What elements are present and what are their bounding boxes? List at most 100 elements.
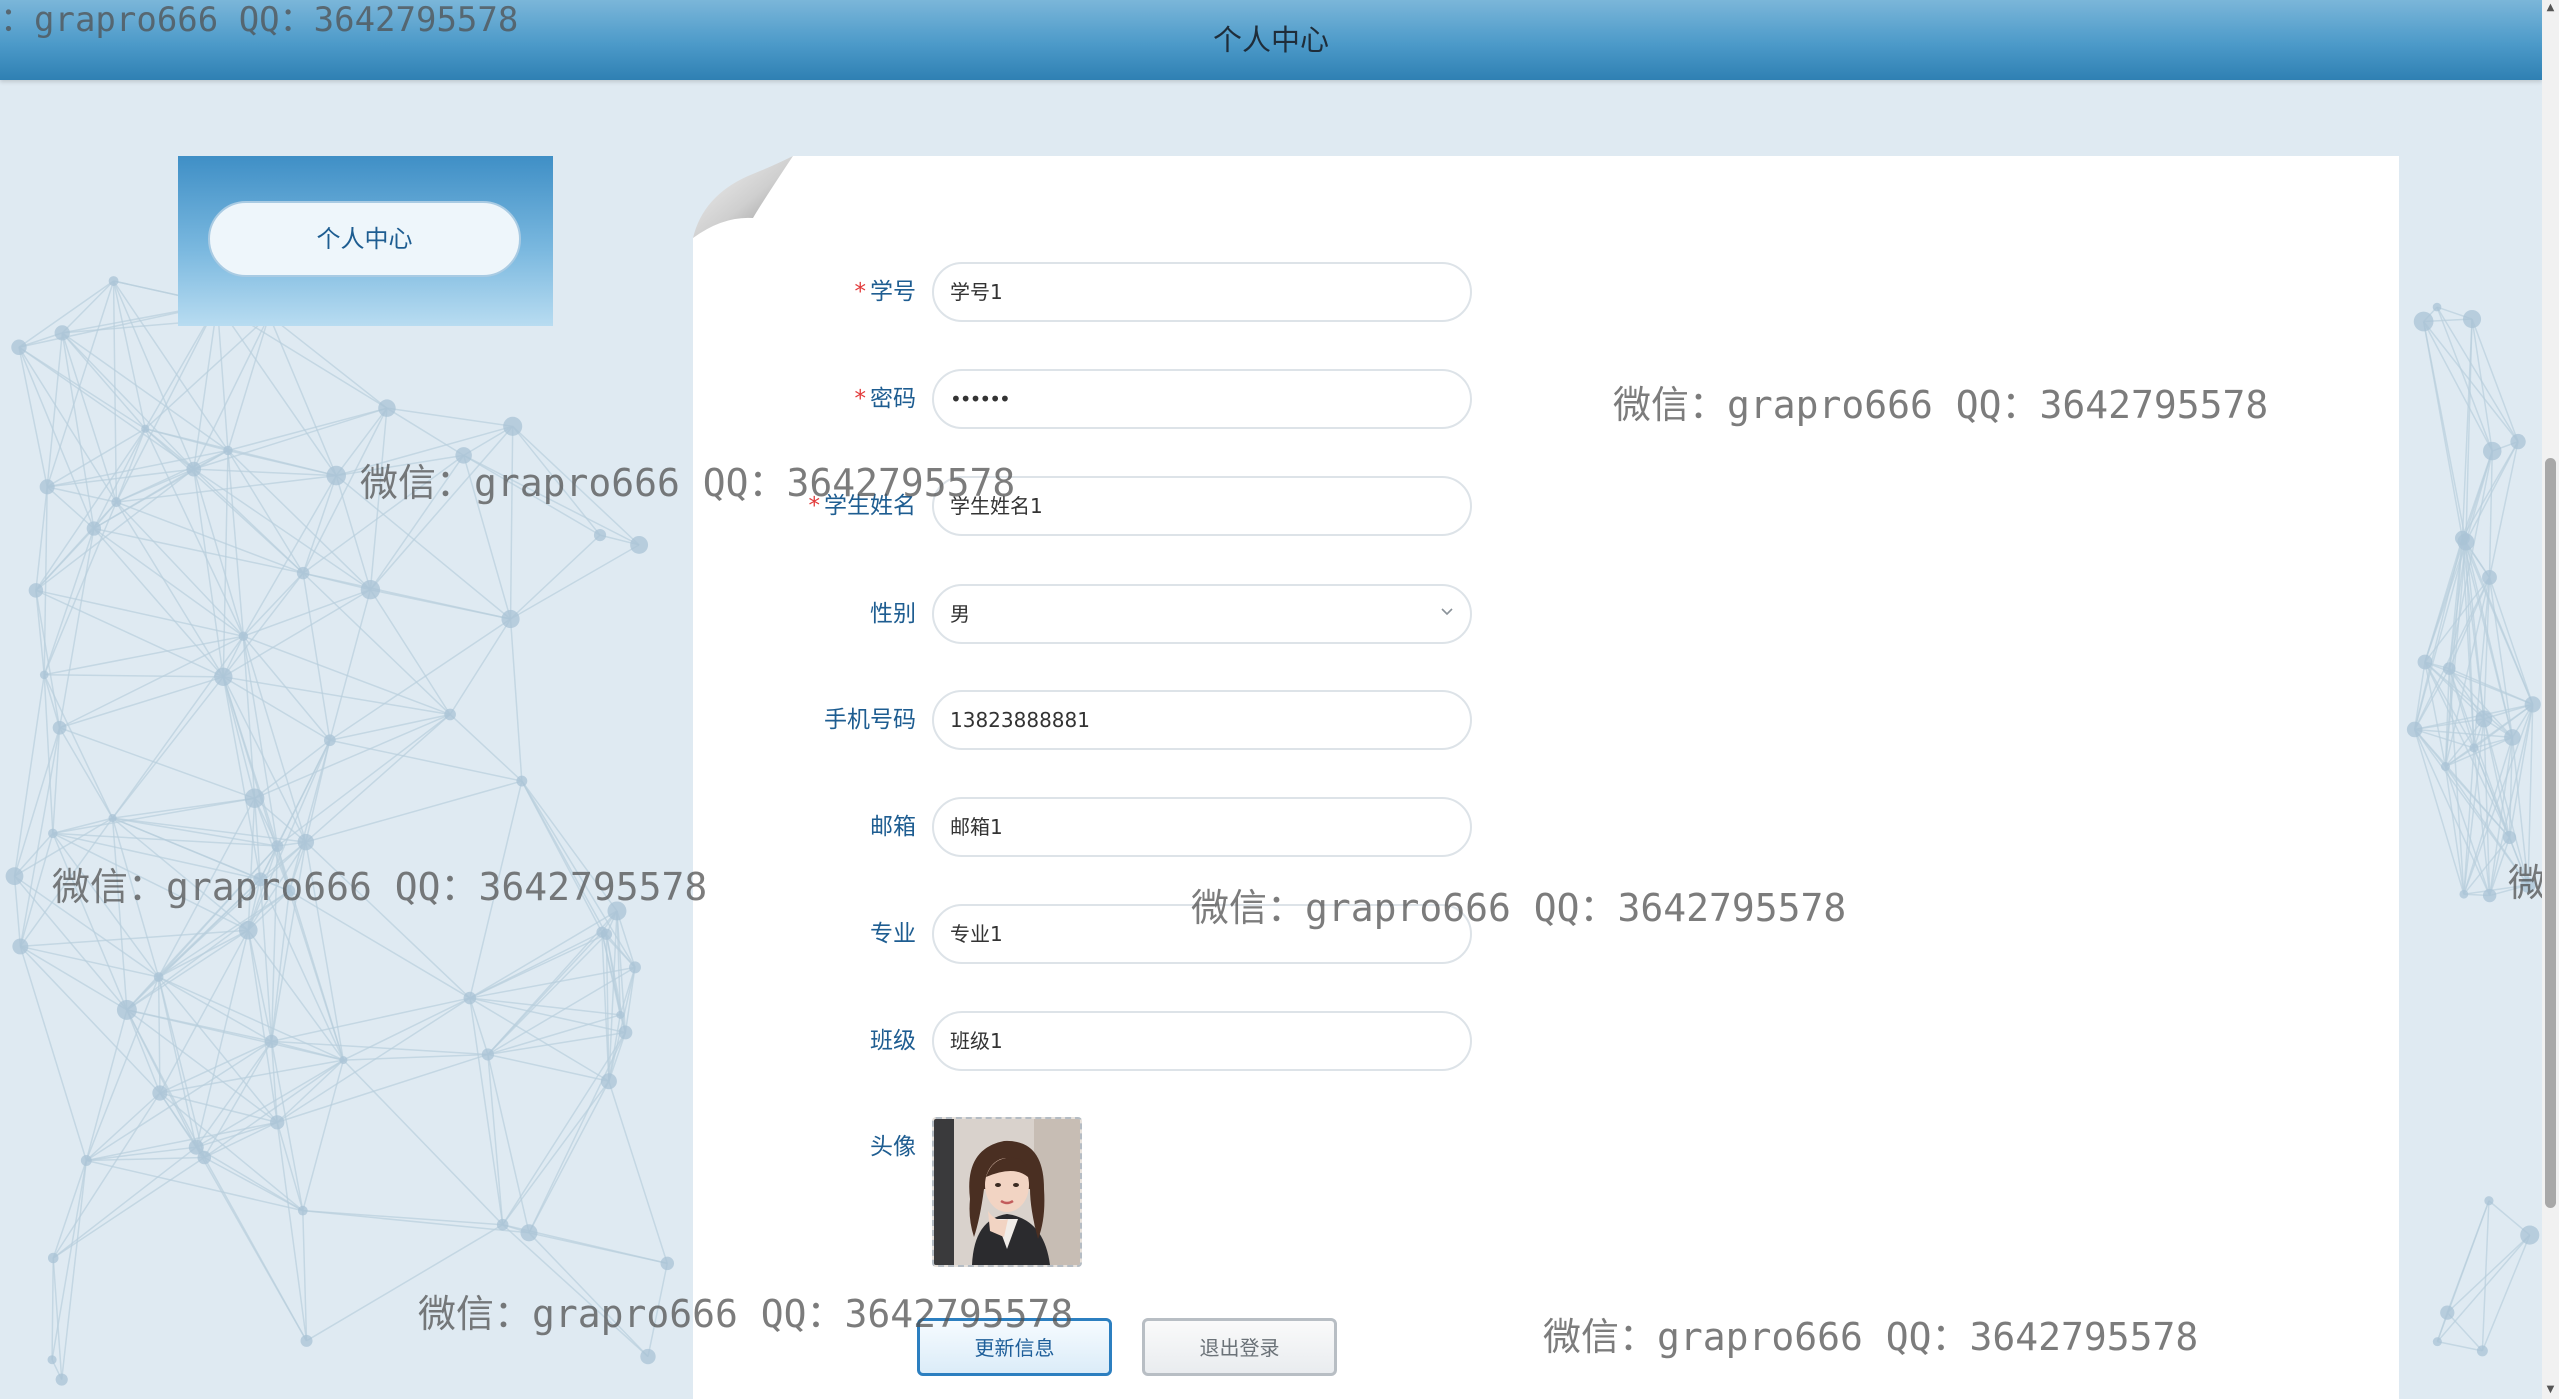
scroll-up-arrow-icon[interactable]: ▲ xyxy=(2545,2,2556,13)
form-row-gender: 性别 男 xyxy=(0,584,1706,644)
network-line xyxy=(2481,1200,2490,1351)
network-node xyxy=(2432,1337,2442,1347)
network-node xyxy=(463,991,477,1005)
network-node xyxy=(2475,710,2493,728)
network-node xyxy=(2457,533,2475,551)
network-node xyxy=(47,1355,57,1365)
network-node xyxy=(186,461,202,477)
network-node xyxy=(55,1373,68,1386)
vertical-scrollbar[interactable]: ▲ ▼ xyxy=(2542,0,2559,1399)
form-row-avatar: 头像 xyxy=(0,1117,1706,1177)
form-row-password: * 密码 •••••• xyxy=(0,369,1706,429)
form-row-email: 邮箱 邮箱1 xyxy=(0,797,1706,857)
page-curl-icon xyxy=(693,156,793,238)
network-node xyxy=(2476,1345,2488,1357)
network-node xyxy=(496,1218,509,1231)
form-row-student-id: * 学号 学号1 xyxy=(0,262,1706,322)
network-node xyxy=(2406,721,2423,738)
network-node xyxy=(2524,696,2541,713)
network-line xyxy=(2488,577,2534,705)
email-input[interactable]: 邮箱1 xyxy=(932,797,1472,857)
phone-label: 手机号码 xyxy=(824,707,916,733)
network-line xyxy=(2527,704,2534,886)
network-line xyxy=(2422,321,2467,543)
network-node xyxy=(455,447,472,464)
network-node xyxy=(630,535,649,554)
network-line xyxy=(302,1209,503,1226)
network-line xyxy=(2444,766,2465,895)
network-line xyxy=(2463,884,2529,895)
network-line xyxy=(2471,318,2519,442)
network-line xyxy=(60,1160,88,1380)
network-node xyxy=(2504,729,2521,746)
gender-label: 性别 xyxy=(870,601,916,627)
scroll-down-arrow-icon[interactable]: ▼ xyxy=(2545,1384,2556,1395)
network-line xyxy=(528,1232,649,1358)
avatar-upload[interactable] xyxy=(932,1117,1082,1267)
network-node xyxy=(296,566,310,580)
network-line xyxy=(647,1263,669,1357)
form-row-major: 专业 专业1 xyxy=(0,904,1706,964)
network-line xyxy=(306,1224,504,1342)
network-node xyxy=(2432,302,2442,312)
gender-selected-value: 男 xyxy=(950,602,970,626)
student-id-label: * 学号 xyxy=(854,279,917,305)
password-input[interactable]: •••••• xyxy=(932,369,1472,429)
logout-button[interactable]: 退出登录 xyxy=(1142,1318,1337,1376)
network-line xyxy=(51,1257,54,1360)
avatar-image xyxy=(934,1119,1080,1265)
network-line xyxy=(2446,1200,2490,1313)
network-node xyxy=(2510,433,2526,450)
network-node xyxy=(39,670,49,680)
network-node xyxy=(223,445,233,456)
form-row-student-name: * 学生姓名 学生姓名1 xyxy=(0,476,1706,536)
network-node xyxy=(54,325,70,341)
network-line xyxy=(2488,441,2519,578)
network-line xyxy=(2436,306,2493,452)
update-info-button[interactable]: 更新信息 xyxy=(917,1318,1112,1376)
network-node xyxy=(297,1205,308,1216)
network-node xyxy=(253,872,268,887)
network-line xyxy=(2488,451,2493,578)
network-node xyxy=(153,972,164,982)
scrollbar-thumb[interactable] xyxy=(2545,458,2556,1208)
network-node xyxy=(2482,441,2502,461)
student-name-label: * 学生姓名 xyxy=(808,493,917,519)
network-node xyxy=(520,1224,538,1242)
network-node xyxy=(660,1256,675,1271)
class-input[interactable]: 班级1 xyxy=(932,1011,1472,1071)
network-node xyxy=(600,1073,617,1090)
network-line xyxy=(302,1209,530,1234)
network-node xyxy=(2520,1225,2540,1245)
gender-select[interactable]: 男 xyxy=(932,584,1472,644)
class-label: 班级 xyxy=(870,1028,916,1054)
network-node xyxy=(5,867,24,886)
student-id-input[interactable]: 学号1 xyxy=(932,262,1472,322)
student-name-input[interactable]: 学生姓名1 xyxy=(932,476,1472,536)
network-node xyxy=(2442,662,2456,675)
network-line xyxy=(2436,306,2519,443)
avatar-label: 头像 xyxy=(870,1134,916,1160)
network-node xyxy=(11,339,27,355)
page-title: 个人中心 xyxy=(1212,23,1329,57)
network-line xyxy=(44,674,224,678)
network-node xyxy=(2462,309,2482,329)
network-node xyxy=(2520,877,2536,893)
network-node xyxy=(2440,1305,2455,1320)
network-node xyxy=(2502,830,2517,845)
network-node xyxy=(2482,570,2497,585)
password-label: * 密码 xyxy=(854,386,917,412)
network-node xyxy=(2482,888,2497,903)
email-label: 邮箱 xyxy=(870,814,916,840)
network-node xyxy=(640,1348,656,1365)
major-input[interactable]: 专业1 xyxy=(932,904,1472,964)
phone-input[interactable]: 13823888881 xyxy=(932,690,1472,750)
network-node xyxy=(152,1085,168,1101)
network-node xyxy=(283,884,296,897)
network-line xyxy=(2413,729,2465,895)
form-row-class: 班级 班级1 xyxy=(0,1011,1706,1071)
network-line xyxy=(2481,1234,2531,1352)
network-line xyxy=(502,1224,649,1358)
network-line xyxy=(2446,1234,2531,1314)
top-header-bar: 个人中心 xyxy=(0,0,2542,80)
